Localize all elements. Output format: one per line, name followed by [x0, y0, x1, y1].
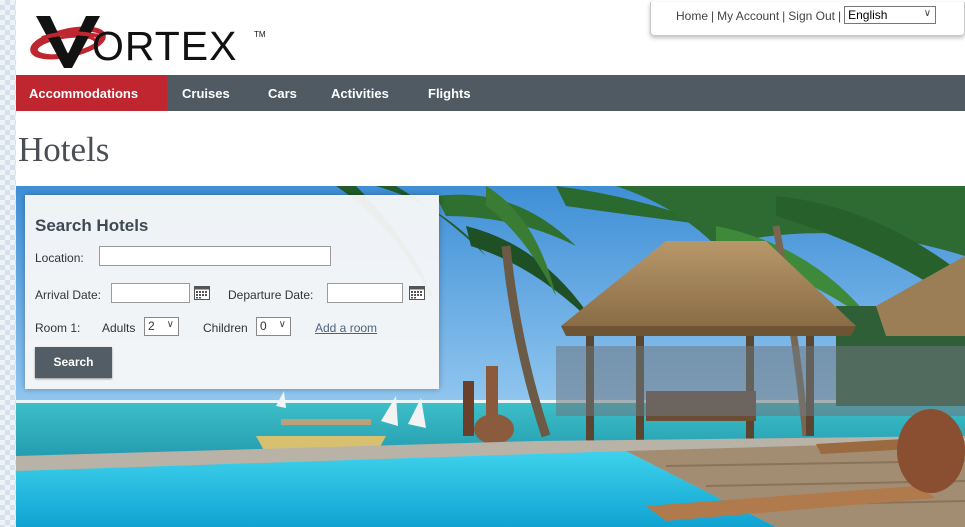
separator: | — [711, 9, 715, 23]
adults-select[interactable]: 2 ∨ — [144, 317, 179, 336]
chevron-down-icon: ∨ — [166, 319, 174, 330]
calendar-icon[interactable] — [409, 285, 425, 300]
children-select[interactable]: 0 ∨ — [256, 317, 291, 336]
vortex-logo[interactable]: ORTEX TM — [28, 8, 278, 70]
my-account-link[interactable]: My Account — [717, 9, 779, 23]
add-room-link[interactable]: Add a room — [315, 321, 377, 335]
nav-item-cars[interactable]: Cars — [268, 75, 297, 111]
search-panel: Search Hotels Location: Arrival Date: De… — [25, 195, 439, 389]
logo-wordmark: ORTEX — [92, 23, 238, 69]
children-value: 0 — [260, 319, 267, 333]
page-title: Hotels — [18, 130, 110, 169]
arrival-date-label: Arrival Date: — [35, 288, 102, 302]
separator: | — [838, 9, 842, 23]
sign-out-link[interactable]: Sign Out — [788, 9, 835, 23]
departure-date-label: Departure Date: — [228, 288, 314, 302]
chevron-down-icon: ∨ — [923, 8, 932, 20]
arrival-date-input[interactable] — [111, 283, 190, 303]
nav-item-activities[interactable]: Activities — [331, 75, 389, 111]
location-input[interactable] — [99, 246, 331, 266]
home-link[interactable]: Home — [676, 9, 708, 23]
location-label: Location: — [35, 251, 84, 265]
language-select[interactable]: English ∨ — [844, 6, 937, 25]
nav-item-accommodations[interactable]: Accommodations — [16, 75, 167, 111]
utility-bar: Home | My Account | Sign Out | English ∨ — [650, 2, 965, 36]
chevron-down-icon: ∨ — [278, 319, 286, 330]
page: ORTEX TM Home | My Account | Sign Out | Englis… — [16, 0, 965, 527]
separator: | — [782, 9, 786, 23]
search-button[interactable]: Search — [35, 347, 112, 378]
nav-item-flights[interactable]: Flights — [428, 75, 471, 111]
background-pattern — [0, 0, 16, 527]
main-nav: Accommodations Cruises Cars Activities F… — [16, 75, 965, 111]
language-value: English — [848, 8, 888, 23]
search-panel-title: Search Hotels — [35, 216, 149, 235]
logo-trademark: TM — [254, 30, 266, 39]
children-label: Children — [203, 321, 248, 335]
calendar-icon[interactable] — [194, 285, 210, 300]
adults-value: 2 — [148, 319, 155, 333]
adults-label: Adults — [102, 321, 136, 335]
room-label: Room 1: — [35, 321, 81, 335]
nav-item-cruises[interactable]: Cruises — [182, 75, 230, 111]
departure-date-input[interactable] — [327, 283, 403, 303]
